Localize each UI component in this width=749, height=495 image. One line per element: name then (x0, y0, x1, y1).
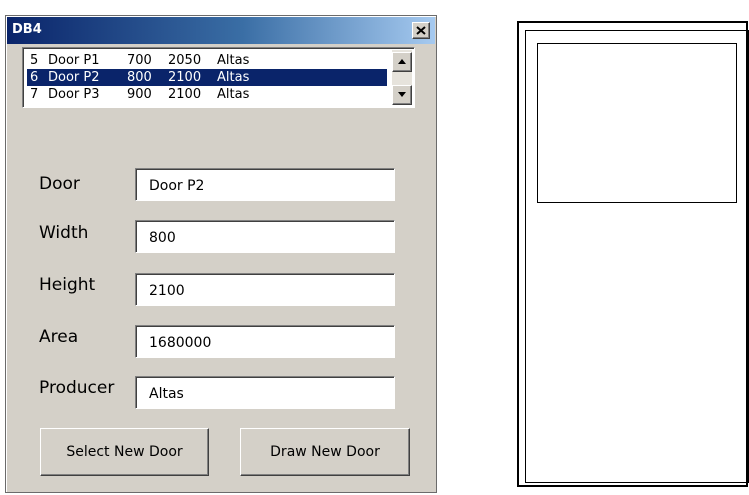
list-item-height: 2100 (168, 70, 202, 85)
list-item-name: Door P3 (48, 87, 100, 102)
door-drawing-window (537, 43, 737, 203)
door-field[interactable]: Door P2 (135, 168, 395, 201)
window-title: DB4 (12, 22, 42, 37)
producer-field[interactable]: Altas (135, 376, 395, 409)
producer-label: Producer (39, 378, 115, 398)
close-icon (416, 26, 426, 35)
area-field[interactable]: 1680000 (135, 325, 395, 358)
list-item[interactable]: 5 Door P1 700 2050 Altas (27, 52, 387, 69)
door-listbox[interactable]: 5 Door P1 700 2050 Altas 6 Door P2 800 2… (22, 47, 415, 108)
list-item-id: 6 (30, 70, 39, 85)
list-item-width: 900 (127, 87, 152, 102)
list-item-height: 2050 (168, 53, 202, 68)
list-item-selected[interactable]: 6 Door P2 800 2100 Altas (27, 69, 387, 86)
draw-new-door-button[interactable]: Draw New Door (240, 428, 410, 476)
arrow-up-icon (398, 59, 406, 64)
scroll-down-button[interactable] (392, 85, 412, 105)
height-field[interactable]: 2100 (135, 273, 395, 306)
title-bar[interactable]: DB4 (7, 17, 435, 44)
list-item-id: 5 (30, 53, 39, 68)
list-item[interactable]: 7 Door P3 900 2100 Altas (27, 86, 387, 103)
list-item-producer: Altas (217, 87, 250, 102)
list-item-id: 7 (30, 87, 39, 102)
select-new-door-button[interactable]: Select New Door (40, 428, 209, 476)
arrow-down-icon (398, 92, 406, 97)
list-item-name: Door P2 (48, 70, 100, 85)
list-item-width: 800 (127, 70, 152, 85)
height-label: Height (39, 275, 96, 295)
list-item-producer: Altas (217, 53, 250, 68)
scroll-up-button[interactable] (392, 52, 412, 72)
list-item-height: 2100 (168, 87, 202, 102)
list-scrollbar[interactable] (392, 50, 412, 105)
width-label: Width (39, 223, 89, 243)
list-item-width: 700 (127, 53, 152, 68)
close-button[interactable] (412, 22, 430, 39)
width-field[interactable]: 800 (135, 220, 395, 253)
list-item-producer: Altas (217, 70, 250, 85)
door-label: Door (39, 174, 80, 194)
list-item-name: Door P1 (48, 53, 100, 68)
area-label: Area (39, 327, 79, 347)
